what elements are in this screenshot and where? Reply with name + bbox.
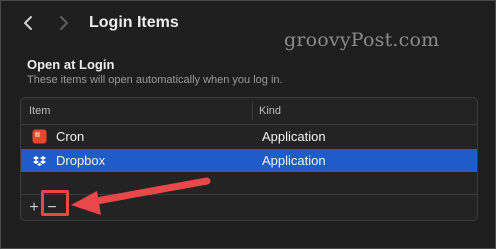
annotation-arrow-icon — [71, 177, 211, 215]
chevron-left-icon — [24, 16, 32, 30]
column-divider — [252, 102, 253, 120]
forward-button[interactable] — [53, 11, 75, 35]
watermark: groovyPost.com — [284, 29, 440, 51]
row-item-kind: Application — [262, 129, 326, 144]
row-item-name: Cron — [56, 129, 85, 144]
back-button[interactable] — [17, 11, 39, 35]
column-header-item[interactable]: Item — [29, 105, 50, 117]
chevron-right-icon — [60, 16, 68, 30]
section-title: Open at Login — [27, 57, 115, 72]
table-header: Item Kind — [21, 98, 477, 125]
table-row[interactable]: Cron Application — [21, 125, 477, 148]
section-subtitle: These items will open automatically when… — [27, 74, 283, 86]
row-item-name: Dropbox — [56, 153, 106, 168]
login-items-window: Login Items groovyPost.com Open at Login… — [0, 0, 496, 249]
dropbox-app-icon — [33, 156, 46, 166]
cron-app-icon — [32, 129, 47, 144]
page-title: Login Items — [89, 14, 179, 31]
row-item-kind: Application — [262, 153, 326, 168]
column-header-kind[interactable]: Kind — [259, 105, 281, 117]
